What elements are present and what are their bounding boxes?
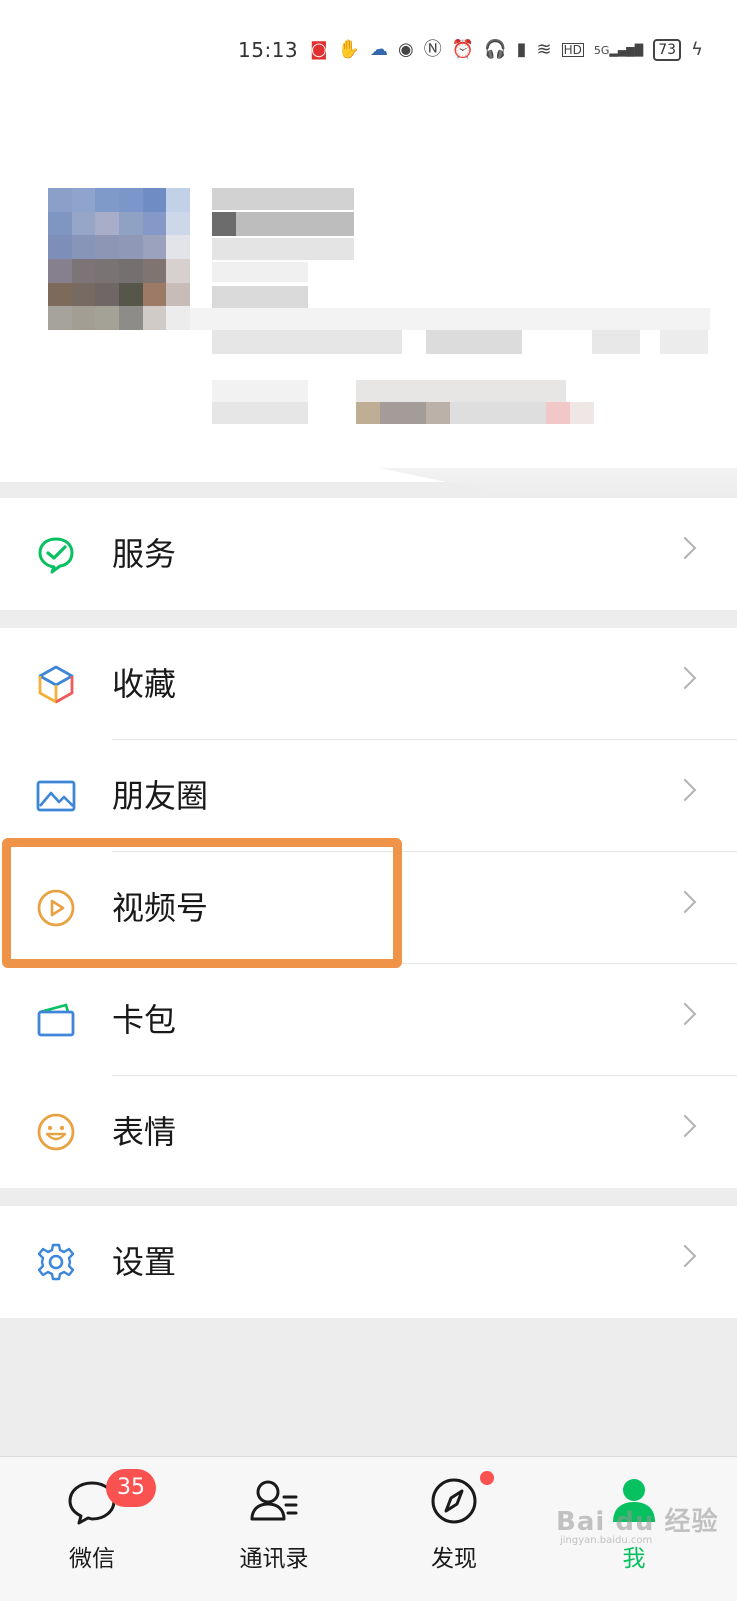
discover-compass-icon xyxy=(431,1478,477,1524)
eye-icon: ◉ xyxy=(398,39,414,60)
notification-dot xyxy=(480,1471,494,1485)
network-label: 5G xyxy=(593,43,610,57)
cloud-icon: ☁ xyxy=(370,39,389,60)
chevron-right-icon xyxy=(673,666,697,690)
moments-photo-icon xyxy=(36,780,76,812)
channels-play-icon xyxy=(37,889,75,927)
tab-label-contacts: 通讯录 xyxy=(239,1546,309,1572)
battery-icon: 73 xyxy=(653,39,682,61)
hd-icon: HD xyxy=(561,43,584,57)
avatar[interactable] xyxy=(48,188,190,330)
status-time: 15:13 xyxy=(238,38,299,62)
charging-icon: ϟ xyxy=(691,39,703,60)
header-shadow xyxy=(380,468,737,498)
hand-icon: ✋ xyxy=(337,39,361,60)
menu-label-moments: 朋友圈 xyxy=(112,777,209,815)
menu-group-settings: 设置 xyxy=(0,1206,737,1318)
favorites-cube-icon xyxy=(38,665,74,704)
bottom-tab-bar: 35 微信 通讯录 发现 我 Bai du 经验 jingyan.baidu.c… xyxy=(0,1456,737,1601)
tab-discover[interactable]: 发现 xyxy=(384,1457,524,1601)
chevron-right-icon xyxy=(673,536,697,560)
menu-item-service[interactable]: 服务 xyxy=(0,498,737,610)
alarm-icon: ⏰ xyxy=(451,39,475,60)
contacts-icon xyxy=(250,1480,298,1521)
tab-contacts[interactable]: 通讯录 xyxy=(204,1457,344,1601)
menu-group-services: 服务 xyxy=(0,498,737,610)
app-notification-icon: ◙ xyxy=(310,39,328,60)
menu-label-service: 服务 xyxy=(112,535,177,573)
nfc-icon: Ⓝ xyxy=(423,39,442,60)
menu-item-channels[interactable]: 视频号 xyxy=(0,852,737,964)
menu-item-settings[interactable]: 设置 xyxy=(0,1206,737,1318)
card-wallet-icon xyxy=(37,1003,75,1037)
chevron-right-icon xyxy=(673,778,697,802)
chevron-right-icon xyxy=(673,1244,697,1268)
status-bar: 15:13 ◙ ✋ ☁ ◉ Ⓝ ⏰ 🎧 ▮ ≋ HD 5G▂▄▆█ 73 ϟ xyxy=(238,32,703,68)
wifi-icon: ≋ xyxy=(536,39,552,60)
headphones-icon: 🎧 xyxy=(484,39,507,60)
menu-item-favorites[interactable]: 收藏 xyxy=(0,628,737,740)
menu-item-stickers[interactable]: 表情 xyxy=(0,1076,737,1188)
menu-label-settings: 设置 xyxy=(112,1243,177,1281)
profile-header: 15:13 ◙ ✋ ☁ ◉ Ⓝ ⏰ 🎧 ▮ ≋ HD 5G▂▄▆█ 73 ϟ xyxy=(0,0,737,482)
menu-item-cards[interactable]: 卡包 xyxy=(0,964,737,1076)
watermark-url: jingyan.baidu.com xyxy=(560,1535,653,1546)
watermark: Bai du 经验 xyxy=(556,1507,719,1537)
menu-group-main: 收藏 朋友圈 视频号 卡包 表情 xyxy=(0,628,737,1188)
menu-label-cards: 卡包 xyxy=(112,1001,177,1039)
tab-label-chats: 微信 xyxy=(69,1546,115,1572)
battery-small-icon: ▮ xyxy=(516,39,527,60)
settings-gear-icon xyxy=(37,1243,75,1281)
tab-chats[interactable]: 35 微信 xyxy=(22,1457,162,1601)
menu-label-stickers: 表情 xyxy=(112,1113,177,1151)
signal-icon: 5G▂▄▆█ xyxy=(593,43,644,57)
service-icon xyxy=(38,537,74,574)
chevron-right-icon xyxy=(673,1114,697,1138)
sticker-smile-icon xyxy=(37,1113,75,1151)
chevron-right-icon xyxy=(673,890,697,914)
menu-item-moments[interactable]: 朋友圈 xyxy=(0,740,737,852)
tab-label-discover: 发现 xyxy=(431,1546,477,1572)
menu-label-favorites: 收藏 xyxy=(112,665,177,703)
menu-label-channels: 视频号 xyxy=(112,889,209,927)
unread-badge: 35 xyxy=(106,1469,156,1507)
chevron-right-icon xyxy=(673,1002,697,1026)
